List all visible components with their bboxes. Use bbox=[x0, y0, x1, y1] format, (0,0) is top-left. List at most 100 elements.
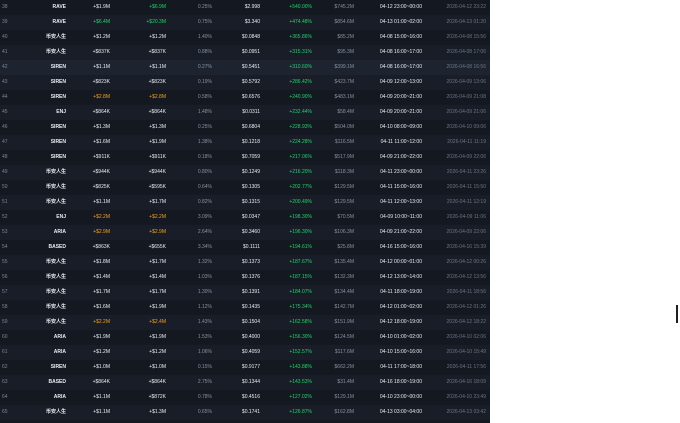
price-change-cell: +240.90% bbox=[289, 94, 312, 100]
scrollbar-indicator[interactable] bbox=[676, 305, 678, 323]
volume-percent-cell: 0.18% bbox=[197, 154, 212, 160]
table-row[interactable]: 48 SIREN +$911K +$911K 0.18% $0.7059 +217.06% $… bbox=[0, 150, 490, 165]
volume-2-cell: +$2.4M bbox=[149, 319, 166, 325]
timestamp-cell: 2026-04-11 23:26 bbox=[446, 169, 486, 175]
timestamp-cell: 2026-04-09 22:06 bbox=[446, 154, 486, 160]
table-row[interactable]: 49 币安人生 +$944K +$944K 0.80% $0.1249 +216.20% $1… bbox=[0, 165, 490, 180]
volume-percent-cell: 1.12% bbox=[197, 304, 212, 310]
token-symbol-cell: 币安人生 bbox=[45, 169, 66, 175]
market-cap-cell: $662.2M bbox=[334, 364, 354, 370]
volume-1-cell: +$1.8M bbox=[93, 259, 110, 265]
timestamp-cell: 2026-04-10 15:49 bbox=[446, 349, 486, 355]
table-row[interactable]: 63 BASED +$864K +$864K 2.75% $0.1344 +143.53% $… bbox=[0, 375, 490, 390]
row-index-cell: 38 bbox=[2, 4, 8, 10]
table-row[interactable]: 58 币安人生 +$1.6M +$1.9M 1.12% $0.1435 +175.34% $1… bbox=[0, 300, 490, 315]
timestamp-cell: 2026-04-16 15:39 bbox=[446, 244, 486, 250]
timestamp-cell: 2026-04-16 18:09 bbox=[446, 379, 486, 385]
table-row[interactable]: 55 币安人生 +$1.8M +$1.7M 1.32% $0.1373 +187.67% $1… bbox=[0, 255, 490, 270]
price-change-cell: +126.87% bbox=[289, 409, 312, 415]
volume-2-cell: +$20.3M bbox=[146, 19, 166, 25]
row-index-cell: 59 bbox=[2, 319, 8, 325]
row-index-cell: 52 bbox=[2, 214, 8, 220]
price-cell: $0.7059 bbox=[241, 154, 260, 160]
token-symbol-cell: ENJ bbox=[56, 109, 66, 115]
table-row[interactable]: 65 币安人生 +$1.1M +$1.3M 0.65% $0.1741 +126.87% $1… bbox=[0, 405, 490, 420]
price-change-cell: +152.57% bbox=[289, 349, 312, 355]
table-row[interactable]: 44 SIREN +$2.8M +$2.8M 0.58% $0.6576 +240.90% $… bbox=[0, 90, 490, 105]
row-index-cell: 51 bbox=[2, 199, 8, 205]
market-cap-cell: $134.4M bbox=[334, 289, 354, 295]
table-row[interactable]: 62 SIREN +$1.0M +$1.0M 0.15% $0.9177 +143.88% $… bbox=[0, 360, 490, 375]
timestamp-cell: 2026-04-08 15:56 bbox=[446, 34, 486, 40]
price-cell: $0.6576 bbox=[241, 94, 260, 100]
token-symbol-cell: 币安人生 bbox=[45, 259, 66, 265]
token-symbol-cell: ARIA bbox=[53, 334, 66, 340]
price-change-cell: +365.86% bbox=[289, 34, 312, 40]
time-window-cell: 04-11 15:00~16:00 bbox=[380, 184, 422, 190]
timestamp-cell: 2026-04-11 18:56 bbox=[446, 289, 486, 295]
table-row[interactable]: 38 RAVE +$1.9M +$6.9M 0.25% $2.998 +540.00% $74… bbox=[0, 0, 490, 15]
time-window-cell: 04-09 20:00~21:00 bbox=[379, 94, 422, 100]
table-row[interactable]: 41 币安人生 +$837K +$837K 0.88% $0.0951 +315.31% $9… bbox=[0, 45, 490, 60]
row-index-cell: 48 bbox=[2, 154, 8, 160]
volume-1-cell: +$944K bbox=[92, 169, 110, 175]
price-cell: $0.1373 bbox=[241, 259, 260, 265]
price-cell: $0.1376 bbox=[241, 274, 260, 280]
table-row[interactable]: 46 SIREN +$1.3M +$1.3M 0.25% $0.6804 +228.93% $… bbox=[0, 120, 490, 135]
volume-percent-cell: 3.34% bbox=[197, 244, 212, 250]
market-cap-cell: $116.5M bbox=[334, 139, 354, 145]
volume-percent-cell: 0.64% bbox=[197, 184, 212, 190]
volume-percent-cell: 1.40% bbox=[197, 34, 212, 40]
table-row[interactable]: 57 币安人生 +$1.7M +$1.7M 1.30% $0.1391 +184.07% $1… bbox=[0, 285, 490, 300]
table-row[interactable]: 50 币安人生 +$825K +$595K 0.64% $0.1305 +202.77% $1… bbox=[0, 180, 490, 195]
market-cap-cell: $399.1M bbox=[334, 64, 354, 70]
table-row[interactable]: 56 币安人生 +$1.4M +$1.4M 1.03% $0.1376 +187.15% $1… bbox=[0, 270, 490, 285]
price-cell: $0.1391 bbox=[241, 289, 260, 295]
timestamp-cell: 2026-04-12 23:22 bbox=[446, 4, 486, 10]
timestamp-cell: 2026-04-10 02:06 bbox=[446, 334, 486, 340]
table-row[interactable]: 61 ARIA +$1.2M +$1.2M 1.06% $0.4059 +152.57% $1… bbox=[0, 345, 490, 360]
token-symbol-cell: 币安人生 bbox=[45, 289, 66, 295]
row-index-cell: 41 bbox=[2, 49, 8, 55]
table-row[interactable]: 51 币安人生 +$1.1M +$1.7M 0.82% $0.1315 +200.49% $1… bbox=[0, 195, 490, 210]
volume-2-cell: +$1.3M bbox=[149, 409, 166, 415]
table-row[interactable]: 45 ENJ +$864K +$864K 1.48% $0.0311 +232.44% $58… bbox=[0, 105, 490, 120]
price-change-cell: +232.44% bbox=[289, 109, 312, 115]
table-row[interactable]: 40 币安人生 +$1.2M +$1.2M 1.40% $0.0848 +365.86% $8… bbox=[0, 30, 490, 45]
table-row[interactable]: 47 SIREN +$1.6M +$1.9M 1.38% $0.1218 +224.28% $… bbox=[0, 135, 490, 150]
time-window-cell: 04-12 13:00~14:00 bbox=[379, 274, 422, 280]
table-row[interactable]: 52 ENJ +$2.2M +$2.2M 3.09% $0.0347 +198.30% $70… bbox=[0, 210, 490, 225]
price-cell: $0.4516 bbox=[241, 394, 260, 400]
table-row[interactable]: 59 币安人生 +$2.2M +$2.4M 1.43% $0.1504 +162.58% $1… bbox=[0, 315, 490, 330]
row-index-cell: 44 bbox=[2, 94, 8, 100]
table-row[interactable]: 60 ARIA +$1.9M +$1.9M 1.53% $0.4000 +156.30% $1… bbox=[0, 330, 490, 345]
volume-2-cell: +$1.7M bbox=[149, 199, 166, 205]
token-symbol-cell: ARIA bbox=[53, 349, 66, 355]
market-cap-cell: $25.8M bbox=[337, 244, 354, 250]
time-window-cell: 04-12 23:00~00:00 bbox=[379, 4, 422, 10]
time-window-cell: 04-11 17:00~18:00 bbox=[380, 364, 422, 370]
volume-percent-cell: 0.25% bbox=[197, 4, 212, 10]
table-row[interactable]: 42 SIREN +$1.1M +$1.1M 0.27% $0.5451 +310.60% $… bbox=[0, 60, 490, 75]
volume-2-cell: +$944K bbox=[148, 169, 166, 175]
volume-1-cell: +$1.6M bbox=[93, 304, 110, 310]
price-change-cell: +315.31% bbox=[289, 49, 312, 55]
volume-percent-cell: 0.65% bbox=[197, 409, 212, 415]
price-cell: $0.0311 bbox=[242, 109, 260, 115]
table-row[interactable]: 54 BASED +$863K +$655K 3.34% $0.1111 +194.61% $… bbox=[0, 240, 490, 255]
volume-2-cell: +$823K bbox=[148, 79, 166, 85]
token-symbol-cell: SIREN bbox=[50, 154, 66, 160]
table-row[interactable]: 53 ARIA +$2.9M +$2.9M 2.64% $0.3460 +196.30% $1… bbox=[0, 225, 490, 240]
market-cap-cell: $151.9M bbox=[334, 319, 354, 325]
volume-1-cell: +$864K bbox=[92, 109, 110, 115]
volume-percent-cell: 1.53% bbox=[197, 334, 212, 340]
row-index-cell: 62 bbox=[2, 364, 8, 370]
price-change-cell: +143.88% bbox=[289, 364, 312, 370]
table-row[interactable]: 39 RAVE +$6.4M +$20.3M 0.75% $3.340 +474.48% $8… bbox=[0, 15, 490, 30]
table-row[interactable]: 64 ARIA +$1.1M +$872K 0.78% $0.4516 +127.02% $1… bbox=[0, 390, 490, 405]
market-cap-cell: $129.5M bbox=[334, 199, 354, 205]
table-row[interactable]: 43 SIREN +$823K +$823K 0.19% $0.5792 +286.42% $… bbox=[0, 75, 490, 90]
token-symbol-cell: SIREN bbox=[50, 124, 66, 130]
volume-2-cell: +$1.4M bbox=[149, 274, 166, 280]
price-change-cell: +474.48% bbox=[289, 19, 312, 25]
